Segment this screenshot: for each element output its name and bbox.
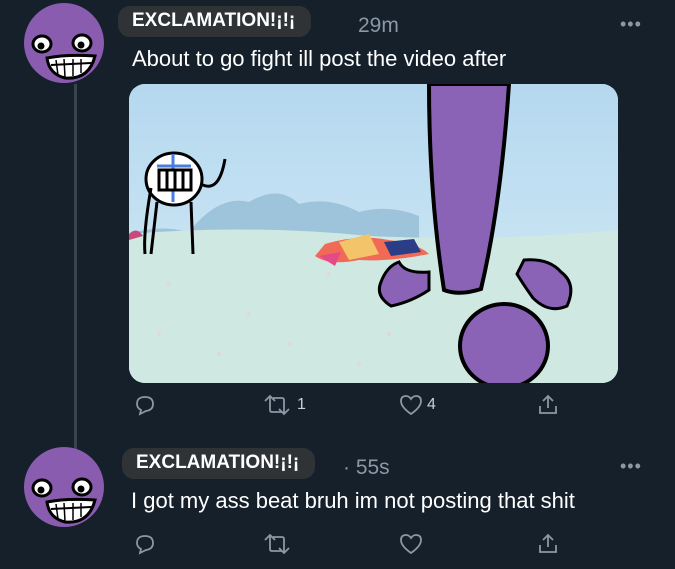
more-options-icon[interactable]: ••• [620, 14, 642, 35]
share-icon [539, 394, 557, 414]
tweet-media-video[interactable] [129, 84, 618, 383]
retweet-icon [264, 394, 290, 416]
tweet-2[interactable]: EXCLAMATION!¡!¡ · 55s ••• I got my ass b… [0, 440, 675, 569]
reply-button[interactable] [133, 393, 157, 417]
tweet-timestamp[interactable]: · 55s [343, 456, 390, 480]
retweet-button[interactable]: 1 [260, 393, 306, 417]
avatar[interactable] [23, 2, 105, 84]
reply-icon [136, 535, 154, 555]
share-icon [539, 533, 557, 553]
tweet-text: About to go fight ill post the video aft… [132, 46, 507, 71]
retweet-button[interactable] [260, 532, 294, 556]
retweet-icon [264, 533, 290, 555]
reply-icon [136, 396, 154, 416]
like-button[interactable]: 4 [398, 393, 436, 417]
heart-icon [400, 395, 422, 416]
tweet-actions [0, 532, 675, 562]
reply-button[interactable] [133, 532, 157, 556]
like-button[interactable] [398, 532, 424, 556]
author-name[interactable]: EXCLAMATION!¡!¡ [118, 6, 312, 37]
author-name[interactable]: EXCLAMATION!¡!¡ [122, 448, 316, 479]
avatar[interactable] [23, 446, 105, 528]
tweet-actions: 1 4 [0, 393, 675, 423]
like-count: 4 [427, 396, 436, 413]
share-button[interactable] [536, 393, 560, 417]
tweet-1[interactable]: EXCLAMATION!¡!¡ 29m ••• About to go figh… [0, 0, 675, 454]
more-options-icon[interactable]: ••• [620, 456, 642, 477]
video-thumbnail [129, 84, 618, 383]
tweet-timestamp[interactable]: 29m [358, 14, 399, 38]
retweet-count: 1 [297, 396, 306, 413]
heart-icon [400, 534, 422, 555]
share-button[interactable] [536, 532, 560, 556]
tweet-text: I got my ass beat bruh im not posting th… [131, 488, 575, 513]
